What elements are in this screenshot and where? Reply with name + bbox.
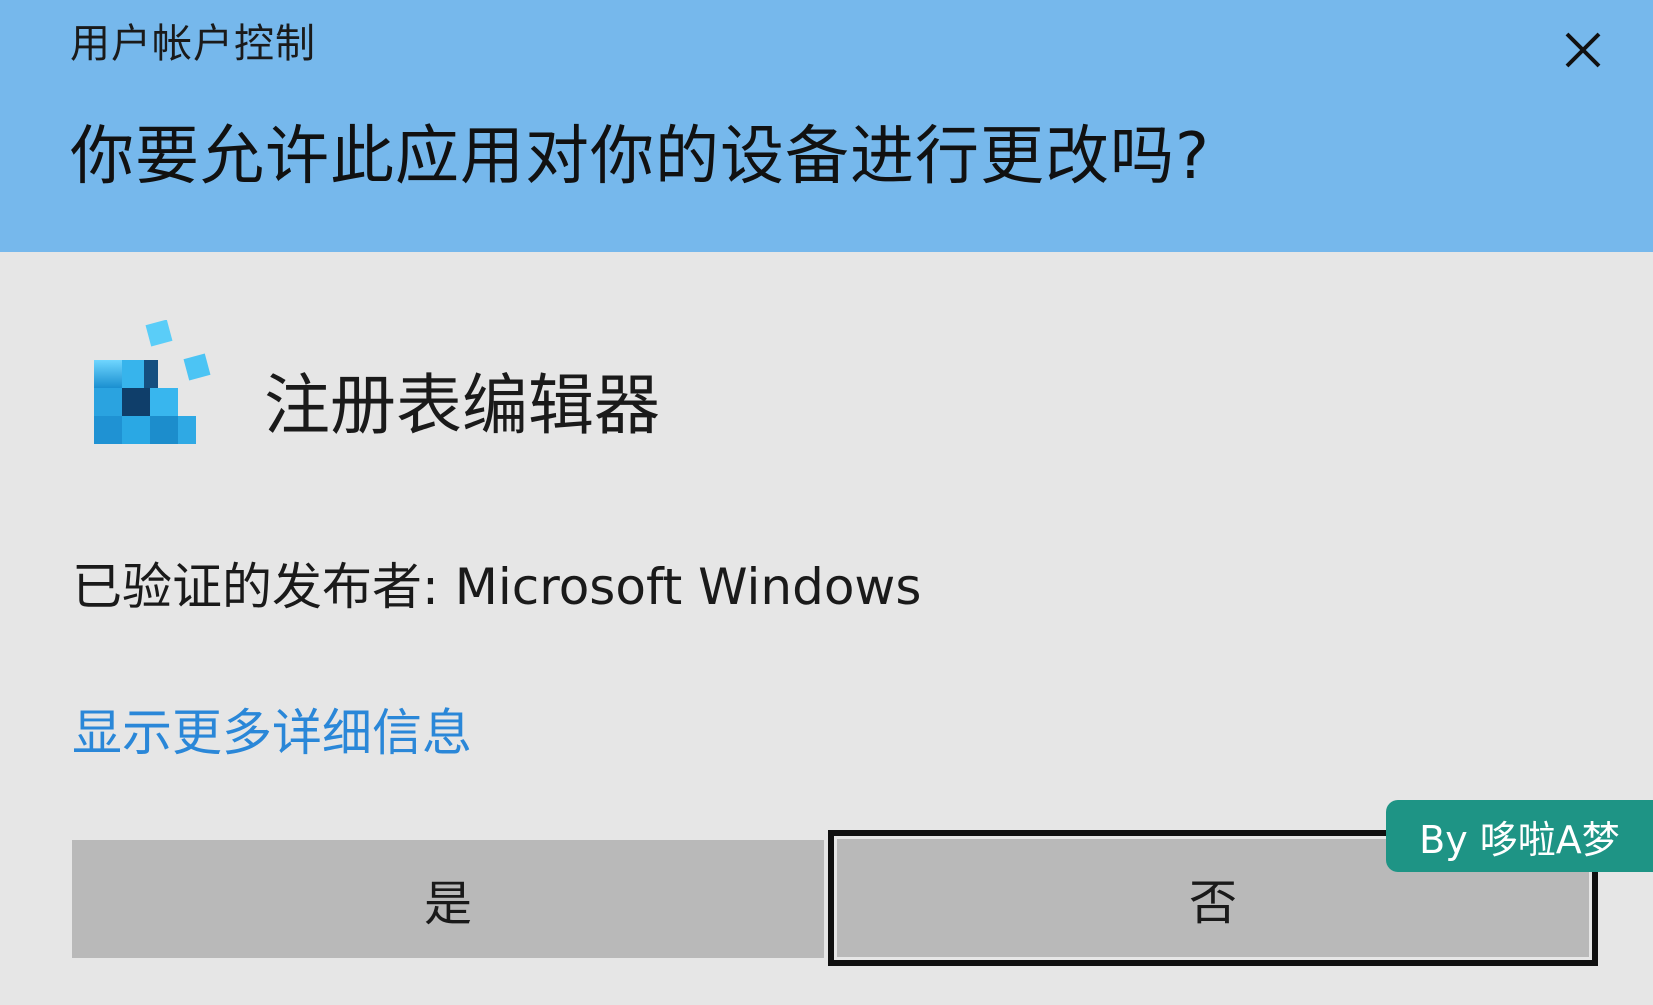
no-button-label: 否 — [1188, 875, 1237, 931]
app-name: 注册表编辑器 — [264, 367, 660, 444]
dialog-title: 用户帐户控制 — [70, 21, 316, 67]
uac-question: 你要允许此应用对你的设备进行更改吗? — [70, 120, 1210, 194]
close-icon — [1565, 32, 1601, 68]
watermark-badge: By 哆啦A梦 — [1386, 800, 1653, 872]
close-button[interactable] — [1553, 20, 1613, 80]
show-more-details-link[interactable]: 显示更多详细信息 — [72, 706, 472, 761]
registry-editor-icon — [84, 319, 234, 470]
dialog-header: 用户帐户控制 你要允许此应用对你的设备进行更改吗? — [0, 0, 1653, 252]
yes-button[interactable]: 是 — [72, 840, 824, 958]
yes-button-label: 是 — [423, 876, 472, 932]
verified-publisher: 已验证的发布者: Microsoft Windows — [72, 558, 922, 616]
watermark-text: By 哆啦A梦 — [1419, 817, 1620, 862]
